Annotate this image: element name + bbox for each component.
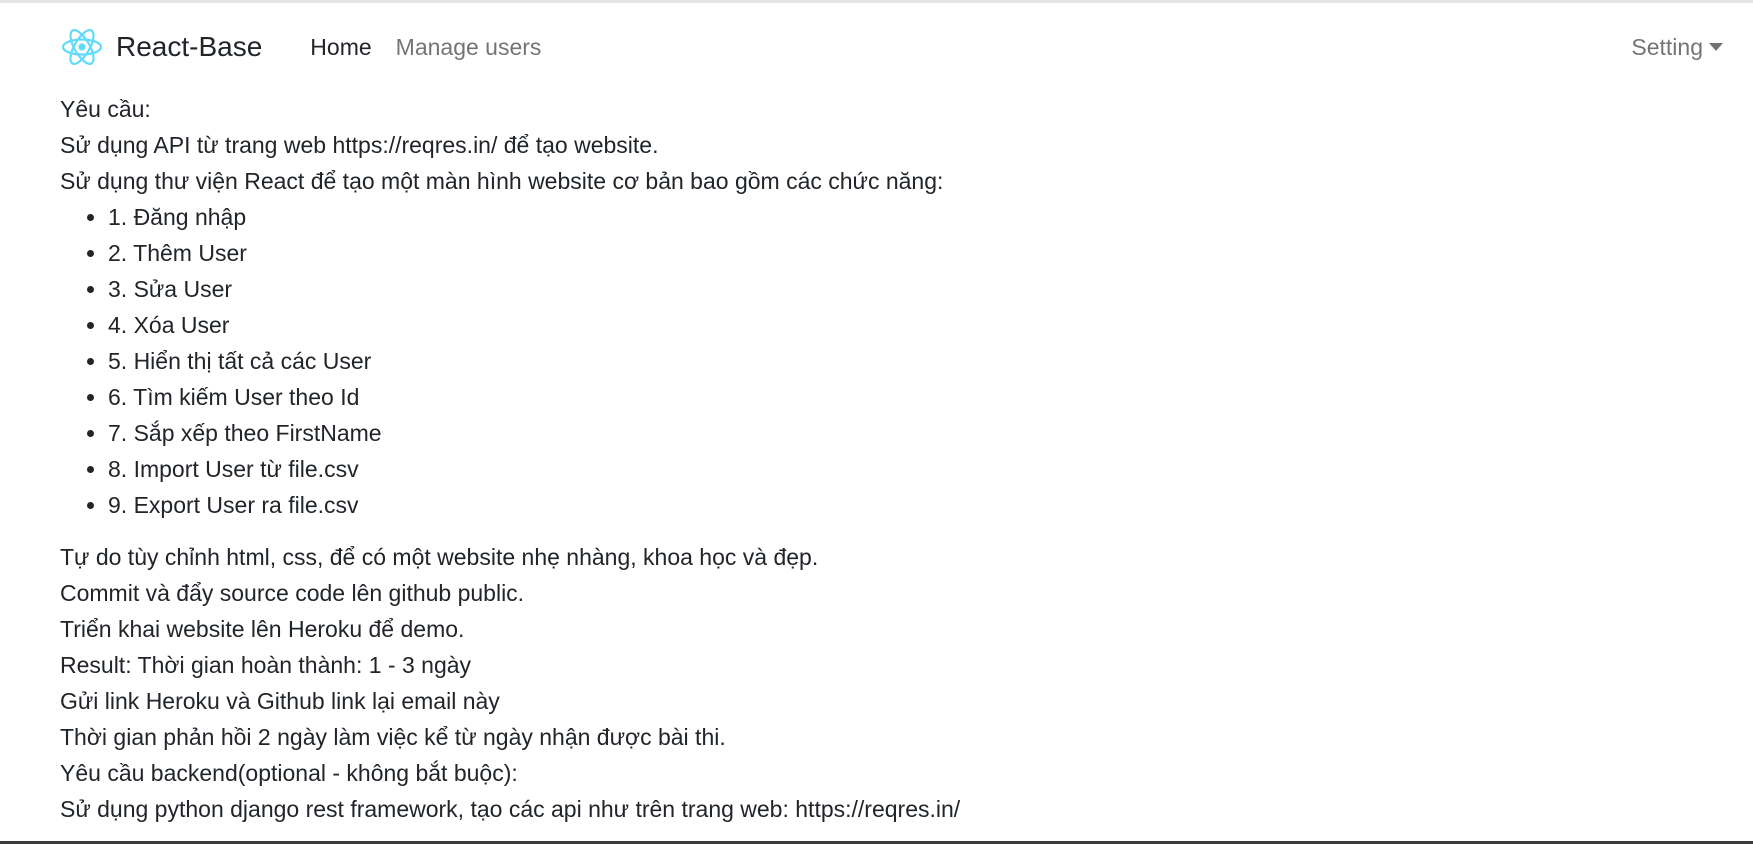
navbar: React-Base Home Manage users Setting bbox=[0, 3, 1753, 91]
nav-link-home[interactable]: Home bbox=[298, 34, 383, 61]
feature-item: 5. Hiển thị tất cả các User bbox=[108, 343, 1753, 379]
outro-line-result: Result: Thời gian hoàn thành: 1 - 3 ngày bbox=[60, 652, 472, 678]
feature-item: 7. Sắp xếp theo FirstName bbox=[108, 415, 1753, 451]
feature-item: 3. Sửa User bbox=[108, 271, 1753, 307]
feature-item: 6. Tìm kiếm User theo Id bbox=[108, 379, 1753, 415]
main-content: Yêu cầu: Sử dụng API từ trang web https:… bbox=[0, 91, 1753, 827]
nav-link-manage-users[interactable]: Manage users bbox=[384, 34, 554, 61]
feature-item: 4. Xóa User bbox=[108, 307, 1753, 343]
nav-links: Home Manage users bbox=[298, 34, 553, 61]
outro-line-customize: Tự do tùy chỉnh html, css, để có một web… bbox=[60, 544, 819, 570]
outro-line-response-time: Thời gian phản hồi 2 ngày làm việc kể từ… bbox=[60, 724, 726, 750]
feature-item: 1. Đăng nhập bbox=[108, 199, 1753, 235]
react-atom-icon bbox=[60, 25, 104, 69]
brand-text: React-Base bbox=[116, 31, 263, 62]
outro-line-backend-heading: Yêu cầu backend(optional - không bắt buộ… bbox=[60, 760, 518, 786]
requirement-react: Sử dụng thư viện React để tạo một màn hì… bbox=[60, 168, 944, 194]
outro-line-deploy: Triển khai website lên Heroku để demo. bbox=[60, 616, 465, 642]
brand-link[interactable]: React-Base bbox=[60, 25, 262, 69]
feature-item: 8. Import User từ file.csv bbox=[108, 451, 1753, 487]
outro-line-backend-detail: Sử dụng python django rest framework, tạ… bbox=[60, 796, 961, 822]
feature-list: 1. Đăng nhập 2. Thêm User 3. Sửa User 4.… bbox=[60, 199, 1753, 523]
outro-line-send-links: Gửi link Heroku và Github link lại email… bbox=[60, 688, 500, 714]
feature-item: 2. Thêm User bbox=[108, 235, 1753, 271]
setting-dropdown[interactable]: Setting bbox=[1631, 3, 1723, 91]
caret-down-icon bbox=[1709, 43, 1723, 51]
requirements-heading: Yêu cầu: bbox=[60, 96, 151, 122]
setting-label: Setting bbox=[1631, 33, 1703, 60]
feature-item: 9. Export User ra file.csv bbox=[108, 487, 1753, 523]
requirement-api: Sử dụng API từ trang web https://reqres.… bbox=[60, 132, 659, 158]
outro-line-commit: Commit và đẩy source code lên github pub… bbox=[60, 580, 525, 606]
